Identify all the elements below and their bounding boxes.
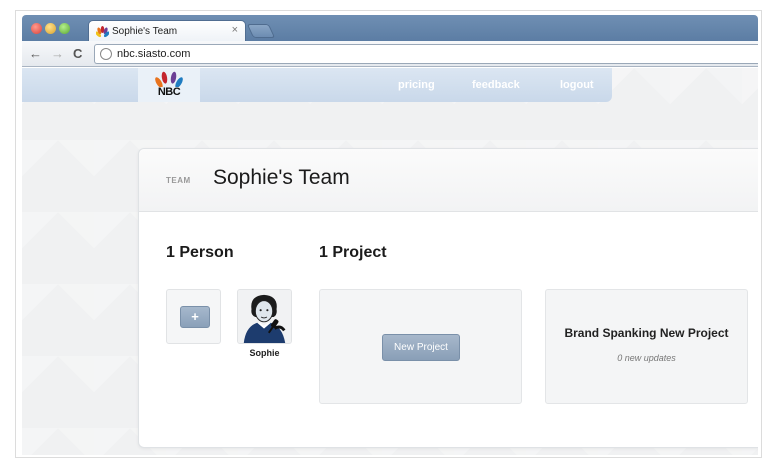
nav-link-logout[interactable]: logout	[560, 79, 594, 91]
member-name: Sophie	[249, 348, 280, 358]
people-heading: 1 Person	[166, 244, 234, 261]
new-project-button[interactable]: New Project	[382, 334, 460, 361]
new-project-tile: New Project	[319, 289, 522, 404]
peacock-logo-icon	[96, 26, 109, 38]
new-tab-button[interactable]	[246, 24, 276, 38]
nav-link-pricing[interactable]: pricing	[398, 79, 435, 91]
avatar	[238, 290, 291, 343]
globe-icon	[100, 48, 112, 60]
close-icon[interactable]: ×	[232, 24, 238, 36]
project-updates: 0 new updates	[617, 353, 676, 363]
back-arrow-icon[interactable]: ←	[29, 46, 42, 62]
web-page: NBC pricing feedback logout TEAM Sophie'…	[22, 68, 758, 455]
minimize-window-button[interactable]	[45, 23, 56, 34]
project-name[interactable]: Brand Spanking New Project	[546, 326, 747, 340]
zoom-window-button[interactable]	[59, 23, 70, 34]
peacock-logo-icon	[155, 71, 183, 87]
url-text[interactable]: nbc.siasto.com	[117, 48, 190, 60]
nav-link-feedback[interactable]: feedback	[472, 79, 520, 91]
team-label: TEAM	[166, 176, 191, 185]
browser-tab[interactable]: Sophie's Team ×	[88, 20, 246, 42]
tab-strip: Sophie's Team ×	[22, 15, 758, 42]
member-avatar[interactable]	[237, 289, 292, 344]
team-header: TEAM Sophie's Team	[139, 149, 758, 212]
logo-text: NBC	[157, 86, 181, 98]
add-member-button[interactable]: +	[180, 306, 210, 328]
page-title: Sophie's Team	[213, 166, 350, 189]
project-card[interactable]: Brand Spanking New Project 0 new updates	[545, 289, 748, 404]
browser-toolbar: ← → C nbc.siasto.com	[22, 41, 758, 67]
close-window-button[interactable]	[31, 23, 42, 34]
forward-arrow-icon[interactable]: →	[51, 46, 64, 62]
screenshot-frame: Sophie's Team × ← → C nbc.siasto.com NBC…	[15, 10, 762, 458]
browser-window: Sophie's Team × ← → C nbc.siasto.com NBC…	[22, 15, 758, 455]
site-logo[interactable]: NBC	[138, 68, 200, 102]
projects-heading: 1 Project	[319, 244, 387, 261]
reload-icon[interactable]: C	[73, 46, 82, 62]
team-card: TEAM Sophie's Team 1 Person 1 Project +	[138, 148, 758, 448]
site-navbar: NBC pricing feedback logout	[22, 68, 612, 102]
add-member-tile: +	[166, 289, 221, 344]
tab-title: Sophie's Team	[112, 26, 178, 37]
address-bar[interactable]: nbc.siasto.com	[94, 44, 758, 64]
